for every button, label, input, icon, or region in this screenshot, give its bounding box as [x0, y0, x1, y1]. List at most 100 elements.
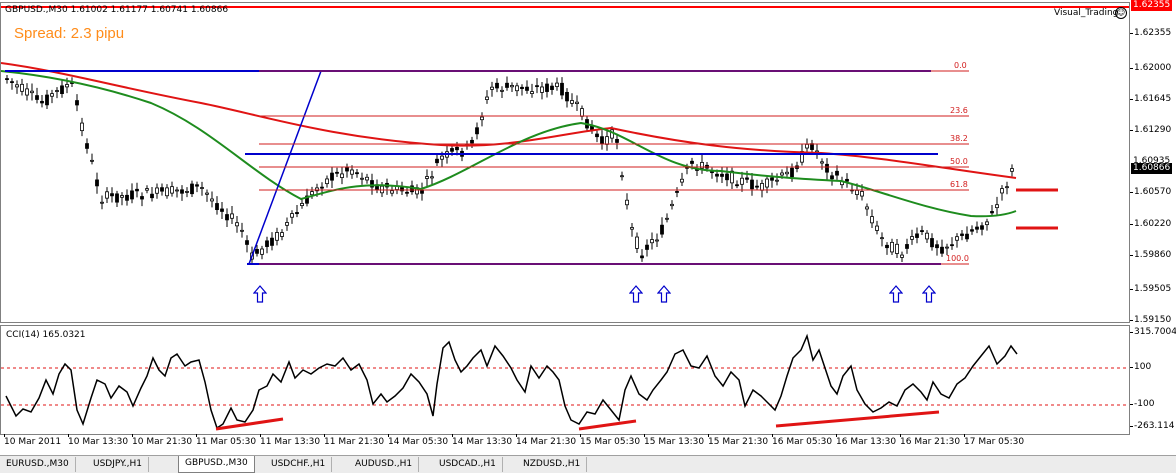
candle-body — [20, 83, 24, 92]
candle-body — [270, 237, 274, 246]
candle-body — [835, 170, 839, 176]
candle-body — [260, 248, 264, 255]
candle-body — [550, 85, 554, 90]
candle-body — [495, 82, 499, 89]
cci-tick: -263.114 — [1129, 421, 1175, 431]
candle-body — [345, 166, 349, 172]
tab-eurusd[interactable]: EURUSD.,M30 — [0, 457, 76, 472]
time-label: 11 Mar 05:30 — [196, 434, 257, 447]
candle-body — [535, 85, 539, 88]
cci-scale[interactable]: 315.7004 100 -100 -263.114 — [1129, 325, 1176, 435]
price-scale[interactable]: 1.62355 1.62355 1.62000 1.61645 1.61290 … — [1129, 0, 1176, 325]
candle-body — [670, 203, 674, 207]
candle-body — [930, 238, 934, 248]
candle-body — [485, 96, 489, 100]
tab-usdchf[interactable]: USDCHF.,H1 — [265, 457, 333, 472]
candle-body — [390, 190, 394, 194]
candle-body — [790, 167, 794, 178]
candle-body — [30, 90, 34, 94]
candle-body — [300, 203, 304, 207]
candle-body — [55, 90, 59, 92]
metatrader-window: GBPUSD.,M30 1.61002 1.61177 1.60741 1.60… — [0, 0, 1176, 473]
fibo-label-50: 50.0 — [950, 157, 968, 166]
time-label: 10 Mar 2011 — [4, 434, 62, 447]
candle-body — [1010, 168, 1014, 172]
candle-body — [805, 143, 809, 149]
price-tick: 1.59860 — [1129, 250, 1172, 260]
tab-usdjpy[interactable]: USDJPY.,H1 — [87, 457, 150, 472]
divergence-line-3 — [775, 410, 940, 428]
candle-body — [450, 148, 454, 152]
candle-body — [820, 161, 824, 164]
candle-body — [735, 184, 739, 187]
candle-body — [130, 190, 134, 200]
candle-body — [720, 173, 724, 177]
candle-body — [365, 176, 369, 181]
candle-body — [340, 173, 344, 178]
candle-body — [745, 177, 749, 180]
candle-body — [625, 199, 629, 206]
price-box-bid: 1.60866 — [1131, 163, 1173, 174]
candle-body — [230, 213, 234, 219]
fibo-label-0: 0.0 — [954, 61, 967, 70]
cci-indicator-pane[interactable] — [0, 325, 1130, 435]
fibo-label-100: 100.0 — [946, 254, 969, 263]
candle-body — [85, 143, 89, 149]
candle-body — [100, 201, 104, 204]
time-label: 16 Mar 13:30 — [836, 434, 897, 447]
candle-body — [575, 101, 579, 105]
tab-nzdusd[interactable]: NZDUSD.,H1 — [517, 457, 588, 472]
time-label: 15 Mar 05:30 — [580, 434, 641, 447]
price-chart-pane[interactable]: GBPUSD.,M30 1.61002 1.61177 1.60741 1.60… — [0, 2, 1130, 323]
candle-body — [785, 171, 789, 175]
candle-body — [690, 160, 694, 164]
candle-body — [715, 173, 719, 177]
candle-body — [420, 190, 424, 194]
candle-body — [660, 224, 664, 235]
candle-body — [635, 236, 639, 249]
candle-body — [210, 198, 214, 202]
candle-body — [620, 175, 624, 178]
tab-usdcad[interactable]: USDCAD.,H1 — [433, 457, 503, 472]
candle-body — [435, 158, 439, 164]
candle-body — [235, 222, 239, 227]
fibo-label-38: 38.2 — [950, 134, 968, 143]
price-tick: 1.59505 — [1129, 284, 1172, 294]
candle-body — [135, 188, 139, 192]
candle-body — [320, 186, 324, 189]
time-label: 14 Mar 21:30 — [516, 434, 577, 447]
candle-body — [440, 155, 444, 160]
candle-body — [200, 187, 204, 189]
tab-audusd[interactable]: AUDUSD.,H1 — [349, 457, 420, 472]
candle-body — [170, 186, 174, 194]
candle-body — [1005, 186, 1009, 189]
candle-body — [740, 177, 744, 185]
fibo-label-61: 61.8 — [950, 180, 968, 189]
candle-body — [870, 216, 874, 224]
candle-body — [980, 225, 984, 230]
candle-body — [185, 191, 189, 193]
candle-body — [525, 86, 529, 91]
candle-body — [80, 122, 84, 132]
candle-body — [540, 86, 544, 93]
candle-body — [950, 244, 954, 247]
candle-body — [675, 191, 679, 193]
candle-body — [95, 179, 99, 187]
candle-body — [945, 246, 949, 249]
tab-gbpusd[interactable]: GBPUSD.,M30 — [178, 456, 255, 473]
candle-body — [290, 213, 294, 218]
cci-tick: 315.7004 — [1130, 327, 1176, 337]
candle-body — [150, 193, 154, 199]
candle-body — [245, 240, 249, 245]
time-label: 17 Mar 05:30 — [964, 434, 1025, 447]
cci-canvas[interactable] — [1, 326, 1130, 435]
time-label: 11 Mar 21:30 — [324, 434, 385, 447]
price-tick: 1.61645 — [1129, 94, 1172, 104]
candle-body — [860, 191, 864, 197]
candle-body — [920, 230, 924, 232]
candle-body — [665, 217, 669, 220]
candle-body — [530, 91, 534, 94]
candle-body — [560, 82, 564, 96]
candle-body — [205, 192, 209, 195]
candle-body — [105, 191, 109, 199]
